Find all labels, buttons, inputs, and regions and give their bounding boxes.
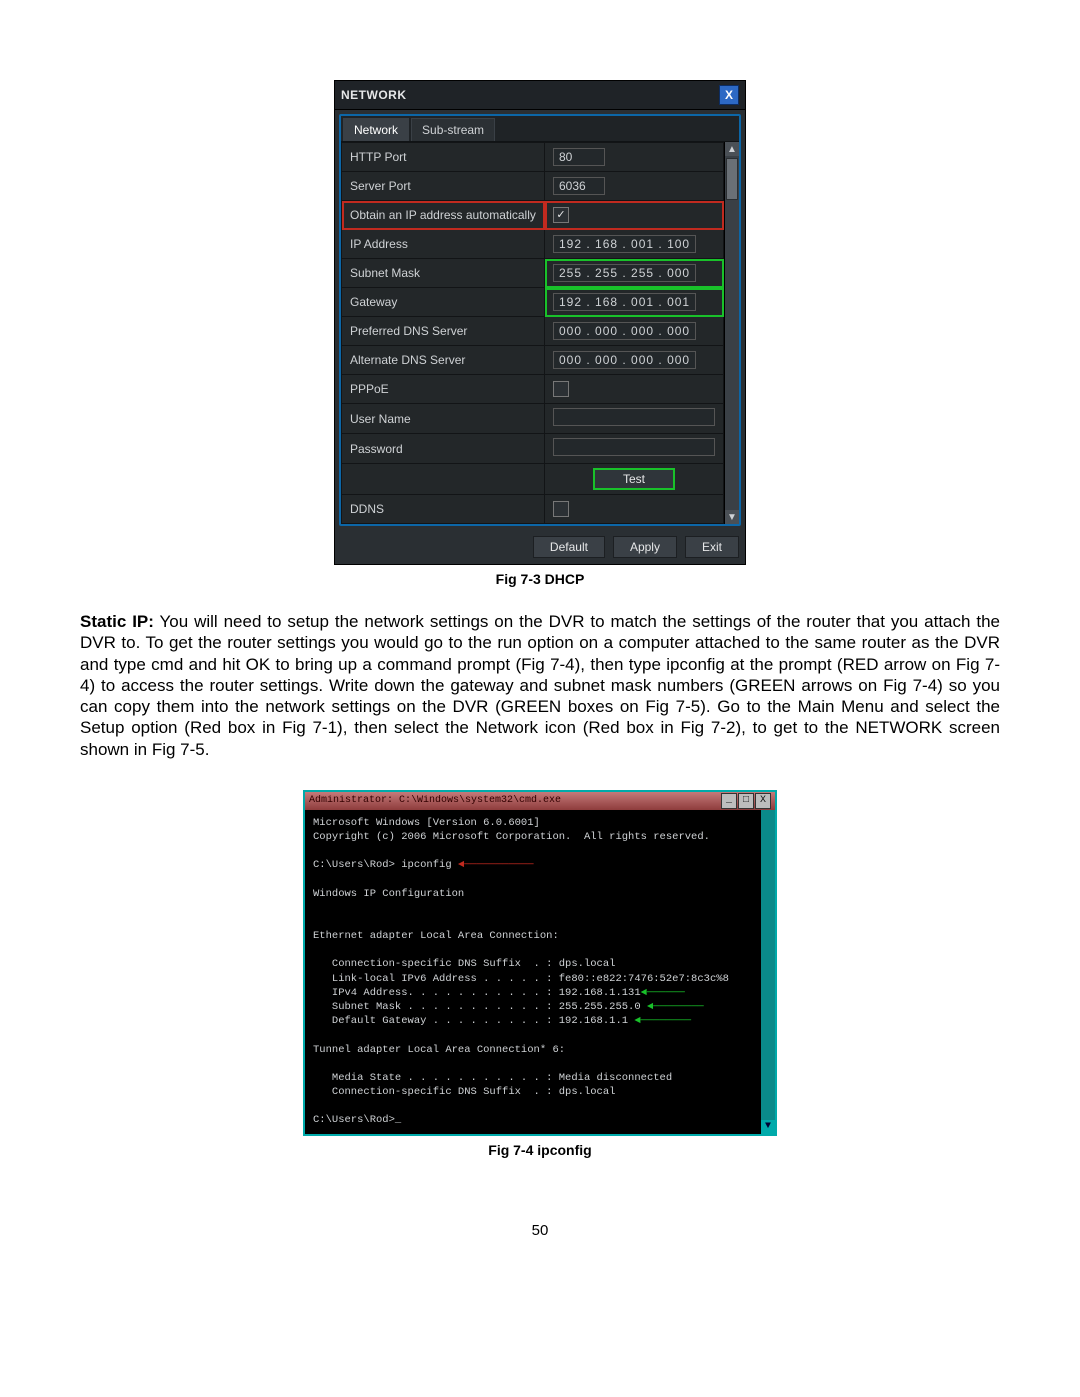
- row-adns: Alternate DNS Server 000 . 000 . 000 . 0…: [342, 346, 724, 375]
- tab-substream[interactable]: Sub-stream: [411, 118, 495, 141]
- row-dhcp: Obtain an IP address automatically ✓: [342, 201, 724, 230]
- label-http-port: HTTP Port: [342, 143, 545, 172]
- label-pppoe: PPPoE: [342, 375, 545, 404]
- row-http-port: HTTP Port 80: [342, 143, 724, 172]
- row-ddns: DDNS ✓: [342, 495, 724, 524]
- row-pdns: Preferred DNS Server 000 . 000 . 000 . 0…: [342, 317, 724, 346]
- label-ddns: DDNS: [342, 495, 545, 524]
- green-arrow-icon: ◄────────: [634, 1015, 691, 1027]
- label-server-port: Server Port: [342, 172, 545, 201]
- close-icon[interactable]: X: [719, 85, 739, 105]
- green-arrow-icon: ◄────────: [647, 1001, 704, 1013]
- label-subnet: Subnet Mask: [342, 259, 545, 288]
- default-button[interactable]: Default: [533, 536, 605, 558]
- label-ip: IP Address: [342, 230, 545, 259]
- row-ip: IP Address 192 . 168 . 001 . 100: [342, 230, 724, 259]
- apply-button[interactable]: Apply: [613, 536, 677, 558]
- row-test: Test: [342, 464, 724, 495]
- value-http-port[interactable]: 80: [553, 148, 605, 166]
- checkbox-pppoe[interactable]: ✓: [553, 381, 569, 397]
- value-gateway[interactable]: 192 . 168 . 001 . 001: [553, 293, 696, 311]
- value-adns[interactable]: 000 . 000 . 000 . 000: [553, 351, 696, 369]
- value-pdns[interactable]: 000 . 000 . 000 . 000: [553, 322, 696, 340]
- page-number: 50: [80, 1222, 1000, 1239]
- value-ip[interactable]: 192 . 168 . 001 . 100: [553, 235, 696, 253]
- label-gateway: Gateway: [342, 288, 545, 317]
- label-dhcp: Obtain an IP address automatically: [342, 201, 545, 230]
- maximize-icon[interactable]: □: [738, 793, 754, 809]
- row-server-port: Server Port 6036: [342, 172, 724, 201]
- figure1-caption: Fig 7-3 DHCP: [496, 571, 585, 587]
- checkbox-ddns[interactable]: ✓: [553, 501, 569, 517]
- checkbox-dhcp[interactable]: ✓: [553, 207, 569, 223]
- scroll-thumb[interactable]: [726, 158, 738, 200]
- cmd-titlebar: Administrator: C:\Windows\system32\cmd.e…: [305, 792, 775, 810]
- value-password[interactable]: [553, 438, 715, 456]
- scroll-down-icon[interactable]: ▼: [725, 510, 739, 524]
- value-server-port[interactable]: 6036: [553, 177, 605, 195]
- static-ip-text: You will need to setup the network setti…: [80, 612, 1000, 759]
- static-ip-paragraph: Static IP: You will need to setup the ne…: [80, 611, 1000, 760]
- row-password: Password: [342, 434, 724, 464]
- tab-network[interactable]: Network: [343, 118, 409, 141]
- dialog-footer: Default Apply Exit: [335, 530, 745, 564]
- static-ip-label: Static IP:: [80, 612, 154, 631]
- row-gateway: Gateway 192 . 168 . 001 . 001: [342, 288, 724, 317]
- row-pppoe: PPPoE ✓: [342, 375, 724, 404]
- value-username[interactable]: [553, 408, 715, 426]
- cmd-title: Administrator: C:\Windows\system32\cmd.e…: [309, 795, 561, 806]
- network-settings-table: HTTP Port 80 Server Port 6036 Obtain an …: [341, 142, 724, 524]
- cmd-scrollbar[interactable]: ▼: [761, 810, 775, 1134]
- label-pdns: Preferred DNS Server: [342, 317, 545, 346]
- dialog-title: NETWORK: [341, 88, 407, 102]
- cmd-window: Administrator: C:\Windows\system32\cmd.e…: [303, 790, 777, 1136]
- row-username: User Name: [342, 404, 724, 434]
- red-arrow-icon: ◄───────────: [458, 859, 534, 871]
- exit-button[interactable]: Exit: [685, 536, 739, 558]
- scroll-down-icon[interactable]: ▼: [761, 1120, 775, 1134]
- green-arrow-icon: ◄──────: [641, 987, 685, 999]
- label-adns: Alternate DNS Server: [342, 346, 545, 375]
- label-password: Password: [342, 434, 545, 464]
- scroll-up-icon[interactable]: ▲: [725, 142, 739, 156]
- dialog-titlebar: NETWORK X: [335, 81, 745, 110]
- value-subnet[interactable]: 255 . 255 . 255 . 000: [553, 264, 696, 282]
- dialog-tabs: Network Sub-stream: [341, 116, 739, 142]
- cmd-output: Microsoft Windows [Version 6.0.6001] Cop…: [305, 810, 761, 1134]
- close-icon[interactable]: X: [755, 793, 771, 809]
- window-controls: _ □ X: [720, 793, 771, 809]
- dvr-network-dialog: NETWORK X Network Sub-stream HTTP Port 8…: [334, 80, 746, 565]
- label-username: User Name: [342, 404, 545, 434]
- test-button[interactable]: Test: [593, 468, 675, 490]
- figure2-caption: Fig 7-4 ipconfig: [488, 1142, 591, 1158]
- minimize-icon[interactable]: _: [721, 793, 737, 809]
- dialog-scrollbar[interactable]: ▲ ▼: [724, 142, 739, 524]
- row-subnet: Subnet Mask 255 . 255 . 255 . 000: [342, 259, 724, 288]
